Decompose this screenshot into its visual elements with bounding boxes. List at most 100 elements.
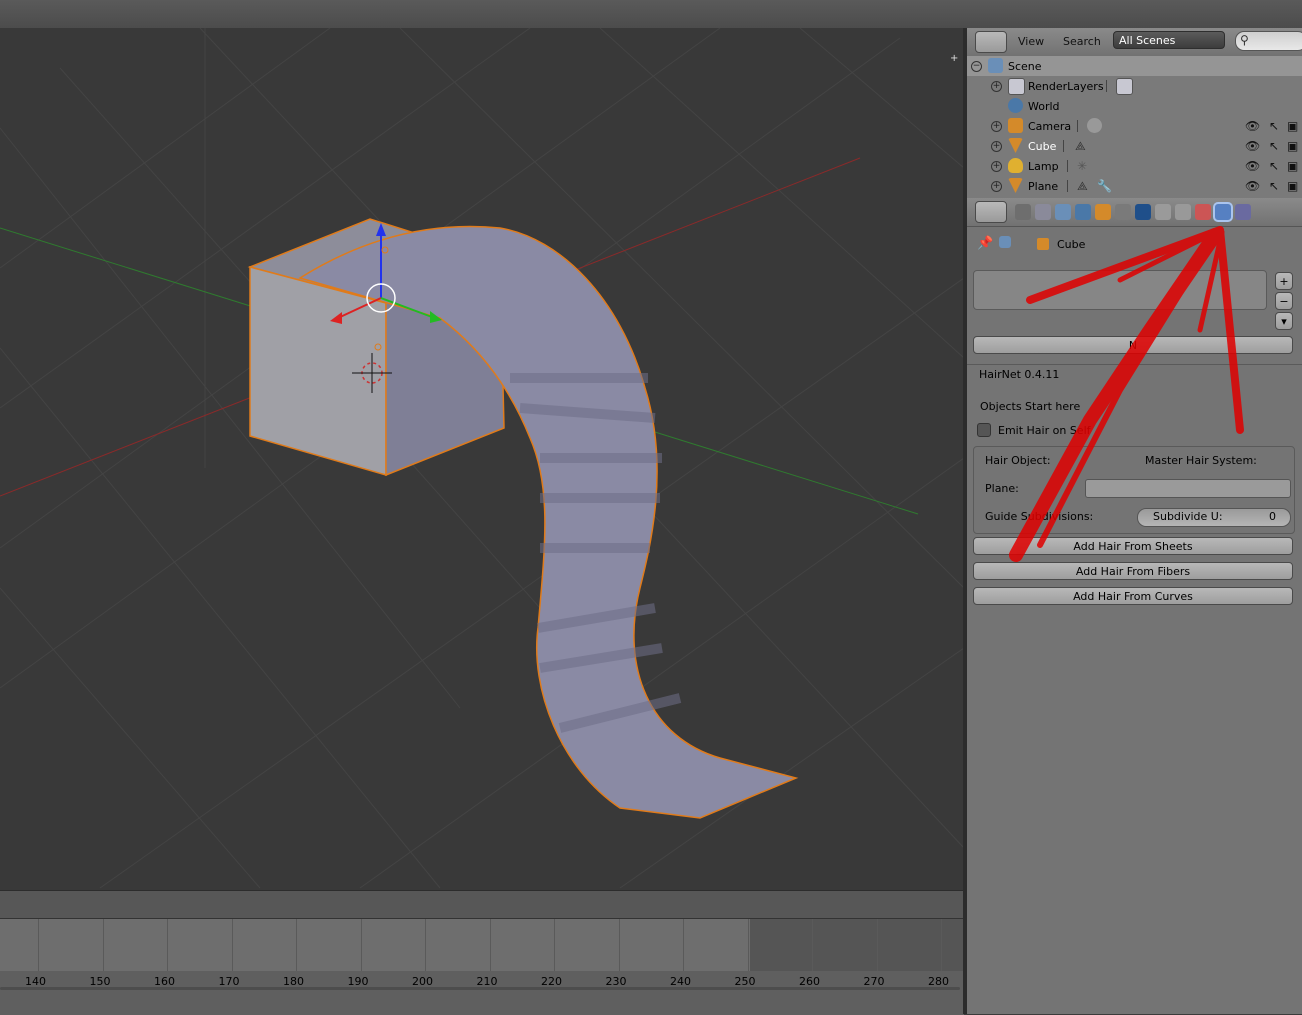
expand-icon[interactable]: +: [991, 141, 1002, 152]
add-hair-curves-button[interactable]: Add Hair From Curves: [973, 587, 1293, 605]
outliner-label-selected: Cube: [1028, 140, 1057, 153]
render-icon[interactable]: ▣: [1287, 179, 1298, 193]
plane-field[interactable]: [1085, 479, 1291, 498]
outliner-row-renderlayers[interactable]: + RenderLayers: [967, 76, 1302, 96]
outliner-header: View Search All Scenes ⚲: [967, 28, 1302, 57]
object-icon: [1037, 238, 1049, 250]
plus-icon[interactable]: +: [1275, 272, 1293, 290]
collapse-icon[interactable]: −: [971, 61, 982, 72]
particle-system-list[interactable]: [973, 270, 1267, 310]
viewport-corner-widget: +: [950, 53, 958, 64]
master-hair-label: Master Hair System:: [1145, 454, 1257, 467]
chevron-down-icon[interactable]: ▾: [1275, 312, 1293, 330]
timeline-tick-line: [489, 919, 491, 971]
particles-tab-icon[interactable]: [1213, 202, 1233, 222]
mesh-data-icon: ⟁: [1077, 179, 1088, 193]
panel-divider: [967, 364, 1302, 365]
render-icon[interactable]: ▣: [1287, 139, 1298, 153]
timeline-tick-line: [747, 919, 749, 971]
mesh-data-icon: ⟁: [1075, 139, 1086, 153]
outliner-row-cube[interactable]: + Cube ⟁ 👁 ↖ ▣: [967, 136, 1302, 156]
object-tab-icon[interactable]: [1095, 204, 1111, 220]
hair-object-label: Hair Object:: [985, 454, 1051, 467]
timeline-tick-line: [425, 919, 426, 971]
outliner: View Search All Scenes ⚲ − Scene + Rende…: [967, 28, 1302, 198]
material-tab-icon[interactable]: [1175, 204, 1191, 220]
camera-data-icon: [1087, 118, 1102, 133]
camera-icon: [1008, 118, 1023, 133]
menu-search[interactable]: Search: [1063, 35, 1101, 48]
texture-tab-icon[interactable]: [1195, 204, 1211, 220]
cursor-icon[interactable]: ↖: [1269, 159, 1279, 173]
objects-start-label: Objects Start here: [980, 400, 1081, 413]
wrench-icon: 🔧: [1097, 179, 1112, 193]
menu-view[interactable]: View: [1018, 35, 1044, 48]
timeline-tick-line: [876, 919, 878, 971]
timeline-tick-line: [102, 919, 104, 971]
pin-icon[interactable]: 📌: [977, 236, 993, 251]
renderlayers-icon: [1008, 78, 1025, 95]
physics-tab-icon[interactable]: [1235, 204, 1251, 220]
panel-title[interactable]: HairNet 0.4.11: [979, 368, 1059, 381]
timeline-tick-line: [360, 919, 362, 971]
viewport-canvas[interactable]: +: [0, 28, 964, 890]
cursor-icon[interactable]: ↖: [1269, 179, 1279, 193]
timeline-out-of-range: [750, 919, 964, 971]
scene-filter-select[interactable]: All Scenes: [1113, 31, 1225, 49]
timeline-tick-line: [618, 919, 620, 971]
constraints-tab-icon[interactable]: [1115, 204, 1131, 220]
separator: [1067, 160, 1068, 172]
renderlayers-tab-icon[interactable]: [1035, 204, 1051, 220]
separator: [1106, 80, 1107, 92]
outliner-row-lamp[interactable]: + Lamp ✳ 👁 ↖ ▣: [967, 156, 1302, 176]
render-icon[interactable]: ▣: [1287, 159, 1298, 173]
minus-icon[interactable]: −: [1275, 292, 1293, 310]
properties-header: [967, 198, 1302, 227]
modifiers-tab-icon[interactable]: [1135, 204, 1151, 220]
editor-type-icon[interactable]: [975, 201, 1007, 223]
eye-icon[interactable]: 👁: [1245, 139, 1260, 153]
timeline-tick-line: [167, 919, 168, 971]
outliner-row-camera[interactable]: + Camera 👁 ↖ ▣: [967, 116, 1302, 136]
outliner-label: Camera: [1028, 120, 1072, 133]
outliner-row-world[interactable]: World: [967, 96, 1302, 116]
outliner-display-icon[interactable]: [975, 31, 1007, 53]
scene-tab-icon[interactable]: [1055, 204, 1071, 220]
timeline-tick-line: [231, 919, 233, 971]
data-tab-icon[interactable]: [1155, 204, 1171, 220]
expand-icon[interactable]: +: [991, 161, 1002, 172]
outliner-label: Scene: [1008, 60, 1042, 73]
timeline-tick-line: [554, 919, 555, 971]
cursor-icon[interactable]: ↖: [1269, 119, 1279, 133]
cursor-icon[interactable]: ↖: [1269, 139, 1279, 153]
timeline-tick-line: [941, 919, 942, 971]
separator: [1063, 140, 1064, 152]
expand-icon[interactable]: +: [991, 81, 1002, 92]
renderlayers-icon: [1116, 78, 1133, 95]
outliner-row-plane[interactable]: + Plane ⟁ 🔧 👁 ↖ ▣: [967, 176, 1302, 196]
world-tab-icon[interactable]: [1075, 204, 1091, 220]
3d-viewport[interactable]: +: [0, 28, 964, 890]
add-hair-fibers-button[interactable]: Add Hair From Fibers: [973, 562, 1293, 580]
timeline-tick-line: [38, 919, 39, 971]
timeline-scrollbar[interactable]: [0, 987, 960, 990]
outliner-search-field[interactable]: ⚲: [1235, 31, 1302, 51]
timeline-tick-line: [296, 919, 297, 971]
eye-icon[interactable]: 👁: [1245, 179, 1260, 193]
lamp-data-icon: ✳: [1077, 159, 1088, 173]
separator: [1067, 180, 1068, 192]
eye-icon[interactable]: 👁: [1245, 159, 1260, 173]
expand-icon[interactable]: +: [991, 181, 1002, 192]
render-icon[interactable]: ▣: [1287, 119, 1298, 133]
emit-checkbox[interactable]: [977, 423, 991, 437]
lamp-icon: [1008, 158, 1023, 173]
expand-icon[interactable]: +: [991, 121, 1002, 132]
render-tab-icon[interactable]: [1015, 204, 1031, 220]
new-particle-button[interactable]: N: [973, 336, 1293, 354]
timeline[interactable]: 140 150 160 170 180 190 200 210 220 230 240 250 260 2…: [0, 918, 964, 1015]
separator: [1077, 120, 1078, 132]
eye-icon[interactable]: 👁: [1245, 119, 1260, 133]
outliner-row-scene[interactable]: − Scene: [967, 56, 1302, 76]
add-hair-sheets-button[interactable]: Add Hair From Sheets: [973, 537, 1293, 555]
subdivide-u-field[interactable]: Subdivide U: 0: [1137, 508, 1291, 527]
